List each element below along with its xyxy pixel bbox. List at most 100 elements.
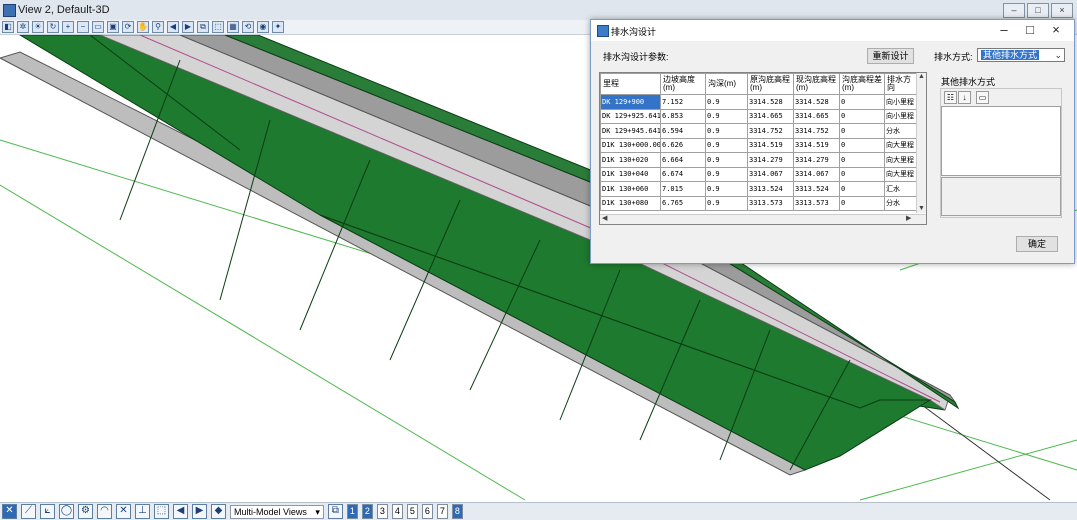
scroll-left-icon[interactable]: ◀ <box>602 215 607 223</box>
table-cell[interactable]: 0 <box>839 195 885 211</box>
arc-icon[interactable]: ◠ <box>97 504 112 519</box>
scroll-up-icon[interactable]: ▲ <box>918 73 925 81</box>
clip-mask-icon[interactable]: ▦ <box>227 21 239 33</box>
table-cell[interactable]: 3314.528 <box>747 94 794 110</box>
table-cell[interactable]: D1K 130+000.001 <box>600 137 661 153</box>
table-row[interactable]: DK 129+925.641 6.853 0.9 3314.665 3314.665 0 向… <box>600 108 917 124</box>
column-header[interactable]: 原沟底高程(m) <box>747 73 794 95</box>
table-cell[interactable]: 0.9 <box>705 195 748 211</box>
table-cell[interactable]: 6.664 <box>660 152 706 168</box>
table-cell[interactable]: 3313.573 <box>747 195 794 211</box>
camera-icon[interactable]: ◉ <box>257 21 269 33</box>
table-cell[interactable]: 0.9 <box>705 181 748 197</box>
dialog-minimize-button[interactable]: – <box>991 22 1017 38</box>
table-cell[interactable]: 3314.752 <box>793 123 840 139</box>
table-cell[interactable]: 0 <box>839 123 885 139</box>
view-6-button[interactable]: 6 <box>421 504 433 519</box>
view-7-button[interactable]: 7 <box>436 504 448 519</box>
table-cell[interactable]: 3314.067 <box>747 166 794 182</box>
table-cell[interactable]: 0.9 <box>705 123 748 139</box>
place-line-icon[interactable]: ⟋ <box>21 504 36 519</box>
table-cell[interactable]: 向小里程 <box>884 108 917 124</box>
place-smartline-icon[interactable]: ⟀ <box>40 504 55 519</box>
table-cell[interactable]: 6.674 <box>660 166 706 182</box>
table-cell[interactable]: 0.9 <box>705 166 748 182</box>
lighting-icon[interactable]: ☀ <box>32 21 44 33</box>
redesign-button[interactable]: 重新设计 <box>867 48 914 64</box>
table-cell[interactable]: DK 129+945.641 <box>600 123 661 139</box>
back-icon[interactable]: ◀ <box>173 504 188 519</box>
table-cell[interactable]: 3314.752 <box>747 123 794 139</box>
table-cell[interactable]: 7.152 <box>660 94 706 110</box>
table-cell[interactable]: 3314.528 <box>793 94 840 110</box>
table-cell[interactable]: 3314.519 <box>793 137 840 153</box>
walk-icon[interactable]: ⚲ <box>152 21 164 33</box>
table-cell[interactable]: 6.594 <box>660 123 706 139</box>
views-icon[interactable]: ⧉ <box>327 504 343 519</box>
drainage-table[interactable]: 里程 边坡高度(m) 沟深(m) 原沟底高程(m) 现沟底高程(m) 沟底高程差… <box>599 72 927 225</box>
view-1-button[interactable]: 1 <box>346 504 358 519</box>
table-cell[interactable]: 3314.665 <box>793 108 840 124</box>
column-header[interactable]: 沟底高程差(m) <box>839 73 885 95</box>
view-rotation-icon[interactable]: ⟲ <box>242 21 254 33</box>
horizontal-scrollbar[interactable]: ◀ ▶ <box>600 214 926 224</box>
table-cell[interactable]: 0 <box>839 152 885 168</box>
table-cell[interactable]: D1K 130+040 <box>600 166 661 182</box>
view-5-button[interactable]: 5 <box>406 504 418 519</box>
view-attributes-icon[interactable]: ◧ <box>2 21 14 33</box>
model-icon[interactable]: ◆ <box>211 504 226 519</box>
table-cell[interactable]: DK 129+925.641 <box>600 108 661 124</box>
vertical-scrollbar[interactable]: ▲ ▼ <box>916 73 926 213</box>
table-cell[interactable]: 0 <box>839 166 885 182</box>
table-row[interactable]: D1K 130+000.001 6.626 0.9 3314.519 3314.519 0… <box>600 137 917 153</box>
table-cell[interactable]: 0 <box>839 181 885 197</box>
settings-gear-icon[interactable]: ⚙ <box>78 504 93 519</box>
column-header[interactable]: 排水方向 <box>884 73 917 95</box>
categorized-icon[interactable]: ☷ <box>944 91 957 104</box>
table-cell[interactable]: 3314.279 <box>747 152 794 168</box>
forward-icon[interactable]: ▶ <box>192 504 207 519</box>
column-header[interactable]: 沟深(m) <box>705 73 748 95</box>
fit-view-icon[interactable]: ▣ <box>107 21 119 33</box>
property-list[interactable] <box>941 106 1061 176</box>
table-cell[interactable]: 3314.519 <box>747 137 794 153</box>
view-4-button[interactable]: 4 <box>391 504 403 519</box>
table-row[interactable]: DK 129+945.641 6.594 0.9 3314.752 3314.752 0 分… <box>600 123 917 139</box>
drain-mode-select[interactable]: 其他排水方式 ⌄ <box>977 48 1065 62</box>
table-cell[interactable]: D1K 130+080 <box>600 195 661 211</box>
table-row[interactable]: D1K 130+080 6.765 0.9 3313.573 3313.573 0 分水 <box>600 195 917 211</box>
dimension-icon[interactable]: ⊥ <box>135 504 150 519</box>
table-cell[interactable]: 0 <box>839 137 885 153</box>
table-cell[interactable]: 6.765 <box>660 195 706 211</box>
column-header[interactable]: 边坡高度(m) <box>660 73 706 95</box>
ok-button[interactable]: 确定 <box>1016 236 1058 252</box>
rotate-view-icon[interactable]: ⟳ <box>122 21 134 33</box>
delete-icon[interactable]: ✕ <box>116 504 131 519</box>
zoom-in-icon[interactable]: + <box>62 21 74 33</box>
render-icon[interactable]: ✦ <box>272 21 284 33</box>
table-cell[interactable]: 3314.067 <box>793 166 840 182</box>
sort-alphabetical-icon[interactable]: ↓ <box>958 91 971 104</box>
table-cell[interactable]: 7.015 <box>660 181 706 197</box>
column-header[interactable]: 里程 <box>600 73 661 95</box>
table-cell[interactable]: 3314.279 <box>793 152 840 168</box>
table-row[interactable]: DK 129+900 7.152 0.9 3314.528 3314.528 0 向小里程 <box>600 94 917 110</box>
table-row[interactable]: D1K 130+020 6.664 0.9 3314.279 3314.279 0 向大里程 <box>600 152 917 168</box>
close-button[interactable]: × <box>1051 3 1073 18</box>
previous-view-icon[interactable]: ◀ <box>167 21 179 33</box>
table-cell[interactable]: 0.9 <box>705 94 748 110</box>
view-2-button[interactable]: 2 <box>361 504 373 519</box>
table-cell[interactable]: 0 <box>839 94 885 110</box>
zoom-out-icon[interactable]: − <box>77 21 89 33</box>
table-cell[interactable]: D1K 130+060 <box>600 181 661 197</box>
table-cell[interactable]: 分水 <box>884 195 917 211</box>
window-area-icon[interactable]: ▭ <box>92 21 104 33</box>
table-cell[interactable]: 向小里程 <box>884 94 917 110</box>
table-cell[interactable]: 0.9 <box>705 152 748 168</box>
table-cell[interactable]: DK 129+900 <box>600 94 661 110</box>
table-cell[interactable]: 汇水 <box>884 181 917 197</box>
table-cell[interactable]: 3313.573 <box>793 195 840 211</box>
table-cell[interactable]: 向大里程 <box>884 166 917 182</box>
column-header[interactable]: 现沟底高程(m) <box>793 73 840 95</box>
table-cell[interactable]: 向大里程 <box>884 137 917 153</box>
